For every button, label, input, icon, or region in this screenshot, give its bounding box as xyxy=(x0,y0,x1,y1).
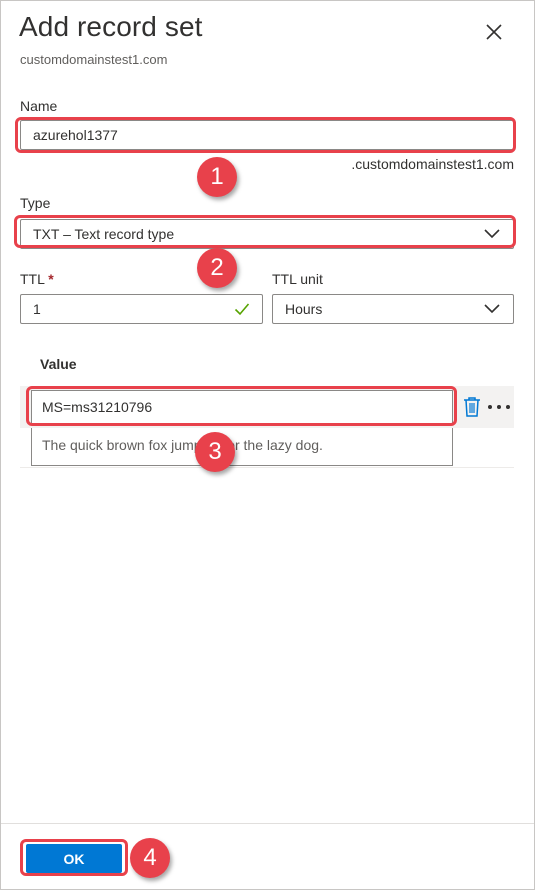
callout-badge-1: 1 xyxy=(197,157,237,197)
ok-button[interactable]: OK xyxy=(26,844,122,873)
type-label: Type xyxy=(20,195,51,211)
footer-divider xyxy=(1,823,534,824)
name-suffix: .customdomainstest1.com xyxy=(351,156,514,172)
type-selected-value: TXT – Text record type xyxy=(33,226,175,242)
value-input[interactable]: MS=ms31210796 xyxy=(31,390,453,424)
check-icon xyxy=(234,303,250,316)
more-options-button[interactable] xyxy=(486,398,512,416)
value-column-header: Value xyxy=(40,356,77,372)
panel-subtitle: customdomainstest1.com xyxy=(20,52,168,67)
more-icon xyxy=(488,405,510,409)
ttl-unit-selected-value: Hours xyxy=(285,301,323,317)
callout-badge-4: 4 xyxy=(130,838,170,878)
ttl-label: TTL * xyxy=(20,271,54,287)
value-input-text: MS=ms31210796 xyxy=(42,399,153,415)
name-input-value: azurehol1377 xyxy=(33,127,118,143)
chevron-down-icon xyxy=(484,229,500,239)
name-input[interactable]: azurehol1377 xyxy=(20,120,514,150)
ttl-unit-dropdown[interactable]: Hours xyxy=(272,294,514,324)
close-button[interactable] xyxy=(481,19,507,45)
row-divider xyxy=(20,467,514,468)
ttl-input[interactable]: 1 xyxy=(20,294,263,324)
ttl-input-value: 1 xyxy=(33,301,41,317)
required-marker: * xyxy=(48,271,54,287)
ttl-label-text: TTL xyxy=(20,271,45,287)
close-icon xyxy=(486,24,502,40)
add-record-set-panel: Add record set customdomainstest1.com Na… xyxy=(0,0,535,890)
callout-badge-2: 2 xyxy=(197,248,237,288)
name-label: Name xyxy=(20,98,58,114)
callout-badge-3: 3 xyxy=(195,432,235,472)
trash-icon xyxy=(464,397,480,417)
ttl-unit-label: TTL unit xyxy=(272,271,323,287)
new-value-input[interactable]: The quick brown fox jumps over the lazy … xyxy=(31,428,453,466)
delete-row-button[interactable] xyxy=(462,396,482,418)
new-value-placeholder: The quick brown fox jumps over the lazy … xyxy=(42,437,323,453)
type-dropdown[interactable]: TXT – Text record type xyxy=(20,219,514,249)
panel-title: Add record set xyxy=(19,11,203,42)
chevron-down-icon xyxy=(484,304,500,314)
